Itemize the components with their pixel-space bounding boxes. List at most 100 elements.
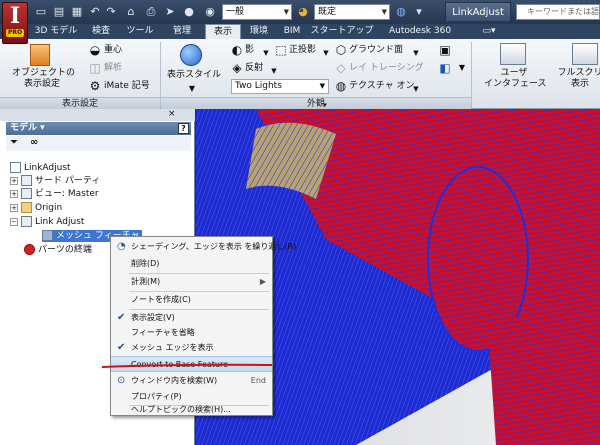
inventor-logo-icon: I (9, 3, 21, 29)
panel-close-icon[interactable]: × (168, 109, 176, 119)
save-icon[interactable]: ▦ (70, 5, 84, 19)
display-style-icon (180, 44, 202, 66)
ray-tracing-button[interactable]: レイ トレーシング (349, 63, 424, 74)
select-arrow-icon[interactable]: ➤ (163, 5, 177, 19)
expand-icon[interactable]: + (10, 189, 18, 198)
tab-bim[interactable]: BIM (278, 24, 306, 39)
ribbon-options-icon[interactable]: ▭▾ (478, 24, 500, 39)
tab-view[interactable]: 表示 (205, 24, 241, 39)
search-input[interactable]: キーワードまたは語 (516, 4, 600, 20)
browser-help-icon[interactable]: ? (178, 123, 189, 134)
end-of-part-icon (24, 244, 35, 255)
part-document-icon (10, 162, 21, 173)
center-of-gravity-button[interactable]: 重心 (104, 45, 122, 56)
tree-item-view[interactable]: + ビュー: Master (10, 188, 99, 200)
collapse-icon[interactable]: − (10, 217, 18, 226)
expand-icon[interactable]: + (10, 176, 18, 185)
display-style-button[interactable]: 表示スタイル (164, 70, 224, 81)
menu-item-help-topics[interactable]: ヘルプトピックの検索(H)... (111, 403, 272, 417)
new-file-icon[interactable]: ▭ (34, 5, 48, 19)
find-binoculars-icon[interactable]: ∞ (30, 137, 38, 148)
shadow-button[interactable]: 影 (245, 45, 254, 56)
return-icon[interactable]: ⌂ (124, 5, 138, 19)
tab-getting-started[interactable]: スタートアップ (310, 24, 374, 39)
menu-item-suppress-feature[interactable]: フィーチャを省略 (111, 325, 272, 341)
group-appearance-label: 外観 (161, 97, 471, 109)
annotation-underline (101, 363, 273, 368)
tab-autodesk-360[interactable]: Autodesk 360 (378, 24, 462, 39)
print-icon[interactable]: ⎙ (144, 5, 158, 19)
submenu-arrow-icon: ▶ (259, 277, 266, 286)
display-style-dropdown-icon[interactable]: ▼ (186, 82, 198, 96)
view-mode-dropdown-icon[interactable]: ▼ (456, 61, 468, 75)
view-mode-icon-2[interactable]: ◧ (438, 61, 452, 75)
tab-environments[interactable]: 環境 (243, 24, 275, 39)
object-display-button[interactable]: オブジェクトの 表示設定 (12, 68, 75, 90)
tree-item-link-adjust[interactable]: − Link Adjust (10, 216, 84, 228)
ground-plane-dropdown-icon[interactable]: ▼ (412, 46, 420, 60)
quick-access-dropdown-icon[interactable]: ▾ (412, 5, 426, 19)
panel-header-strip: × (0, 109, 195, 121)
body-icon (21, 216, 32, 227)
object-display-icon (30, 44, 50, 66)
tree-item-third-party[interactable]: + サード パーティ (10, 175, 100, 187)
browser-title[interactable]: モデル ▾ (6, 122, 191, 135)
view-icon (21, 188, 32, 199)
orthographic-dropdown-icon[interactable]: ▼ (322, 46, 330, 60)
reflection-button[interactable]: 反射 (245, 63, 263, 74)
measure-icon[interactable]: ◉ (203, 5, 217, 19)
ground-plane-button[interactable]: グラウンド面 (349, 45, 403, 56)
analysis-button[interactable]: 解析 (104, 63, 122, 74)
tree-item-origin[interactable]: + Origin (10, 202, 62, 214)
tab-inspect[interactable]: 検査 (84, 24, 118, 39)
tree-item-end-of-part[interactable]: パーツの終端 (24, 244, 92, 256)
menu-item-delete[interactable]: 削除(D) (111, 256, 272, 272)
menu-item-find-in-window[interactable]: ⊙ ウィンドウ内を検索(W) End (111, 373, 272, 389)
undo-icon[interactable]: ↶ (88, 5, 102, 19)
mesh-feature-icon (42, 230, 53, 241)
tab-3d-model[interactable]: 3D モデル (30, 24, 82, 39)
redo-icon[interactable]: ↷ (104, 5, 118, 19)
application-menu-button[interactable]: I PRO (2, 2, 28, 44)
globe-icon[interactable]: ◍ (394, 5, 408, 19)
style-combo[interactable]: 一般 ▼ (222, 4, 292, 20)
repeat-icon: ◔ (117, 241, 126, 252)
full-screen-icon (572, 43, 598, 65)
imate-symbol-button[interactable]: iMate 記号 (104, 81, 150, 92)
tab-tools[interactable]: ツール (120, 24, 160, 39)
checkmark-icon: ✔ (117, 342, 126, 353)
orthographic-button[interactable]: 正投影 (289, 45, 316, 56)
expand-icon[interactable]: + (10, 203, 18, 212)
material-combo[interactable]: 既定 ▼ (314, 4, 390, 20)
menu-item-create-note[interactable]: ノートを作成(C) (111, 292, 272, 308)
folder-icon (21, 202, 32, 213)
ray-tracing-icon: ◇ (336, 61, 346, 75)
texture-icon: ◍ (335, 79, 347, 93)
lighting-style-dropdown[interactable]: Two Lights ▼ (231, 79, 329, 94)
full-screen-button[interactable]: フルスクリ 表示 (552, 68, 600, 90)
appearance-sphere-icon[interactable]: ● (182, 5, 196, 19)
zoom-icon: ⊙ (117, 375, 126, 386)
browser-toolbar: ⏷ ∞ (6, 136, 191, 151)
tab-manage[interactable]: 管理 (162, 24, 202, 39)
texture-on-button[interactable]: テクスチャ オン (349, 81, 415, 92)
menu-item-measure[interactable]: 計測(M) ▶ (111, 274, 272, 290)
reflection-dropdown-icon[interactable]: ▼ (270, 64, 278, 78)
color-wheel-icon[interactable]: ◕ (296, 5, 310, 19)
filter-icon[interactable]: ⏷ (10, 137, 18, 148)
user-interface-button[interactable]: ユーザ インタフェース (484, 68, 547, 90)
open-folder-icon[interactable]: ▤ (52, 5, 66, 19)
menu-item-repeat-shading[interactable]: ◔ シェーディング、エッジを表示 を繰り返し(R) (111, 239, 296, 255)
menu-item-show-mesh-edges[interactable]: ✔ メッシュ エッジを表示 (111, 340, 272, 356)
reflection-icon: ◈ (232, 61, 242, 75)
pro-badge: PRO (6, 29, 24, 37)
texture-dropdown-icon[interactable]: ▼ (412, 82, 420, 96)
menu-item-visibility[interactable]: ✔ 表示設定(V) (111, 310, 272, 326)
center-of-gravity-icon: ◒ (89, 43, 101, 57)
view-mode-icon-1[interactable]: ▣ (438, 43, 452, 57)
third-party-icon (21, 175, 32, 186)
shadow-dropdown-icon[interactable]: ▼ (262, 46, 270, 60)
tree-item-root[interactable]: LinkAdjust (10, 162, 71, 174)
context-menu: ◔ シェーディング、エッジを表示 を繰り返し(R) 削除(D) 計測(M) ▶ ノー… (110, 236, 296, 417)
shadow-icon: ◐ (231, 43, 243, 57)
